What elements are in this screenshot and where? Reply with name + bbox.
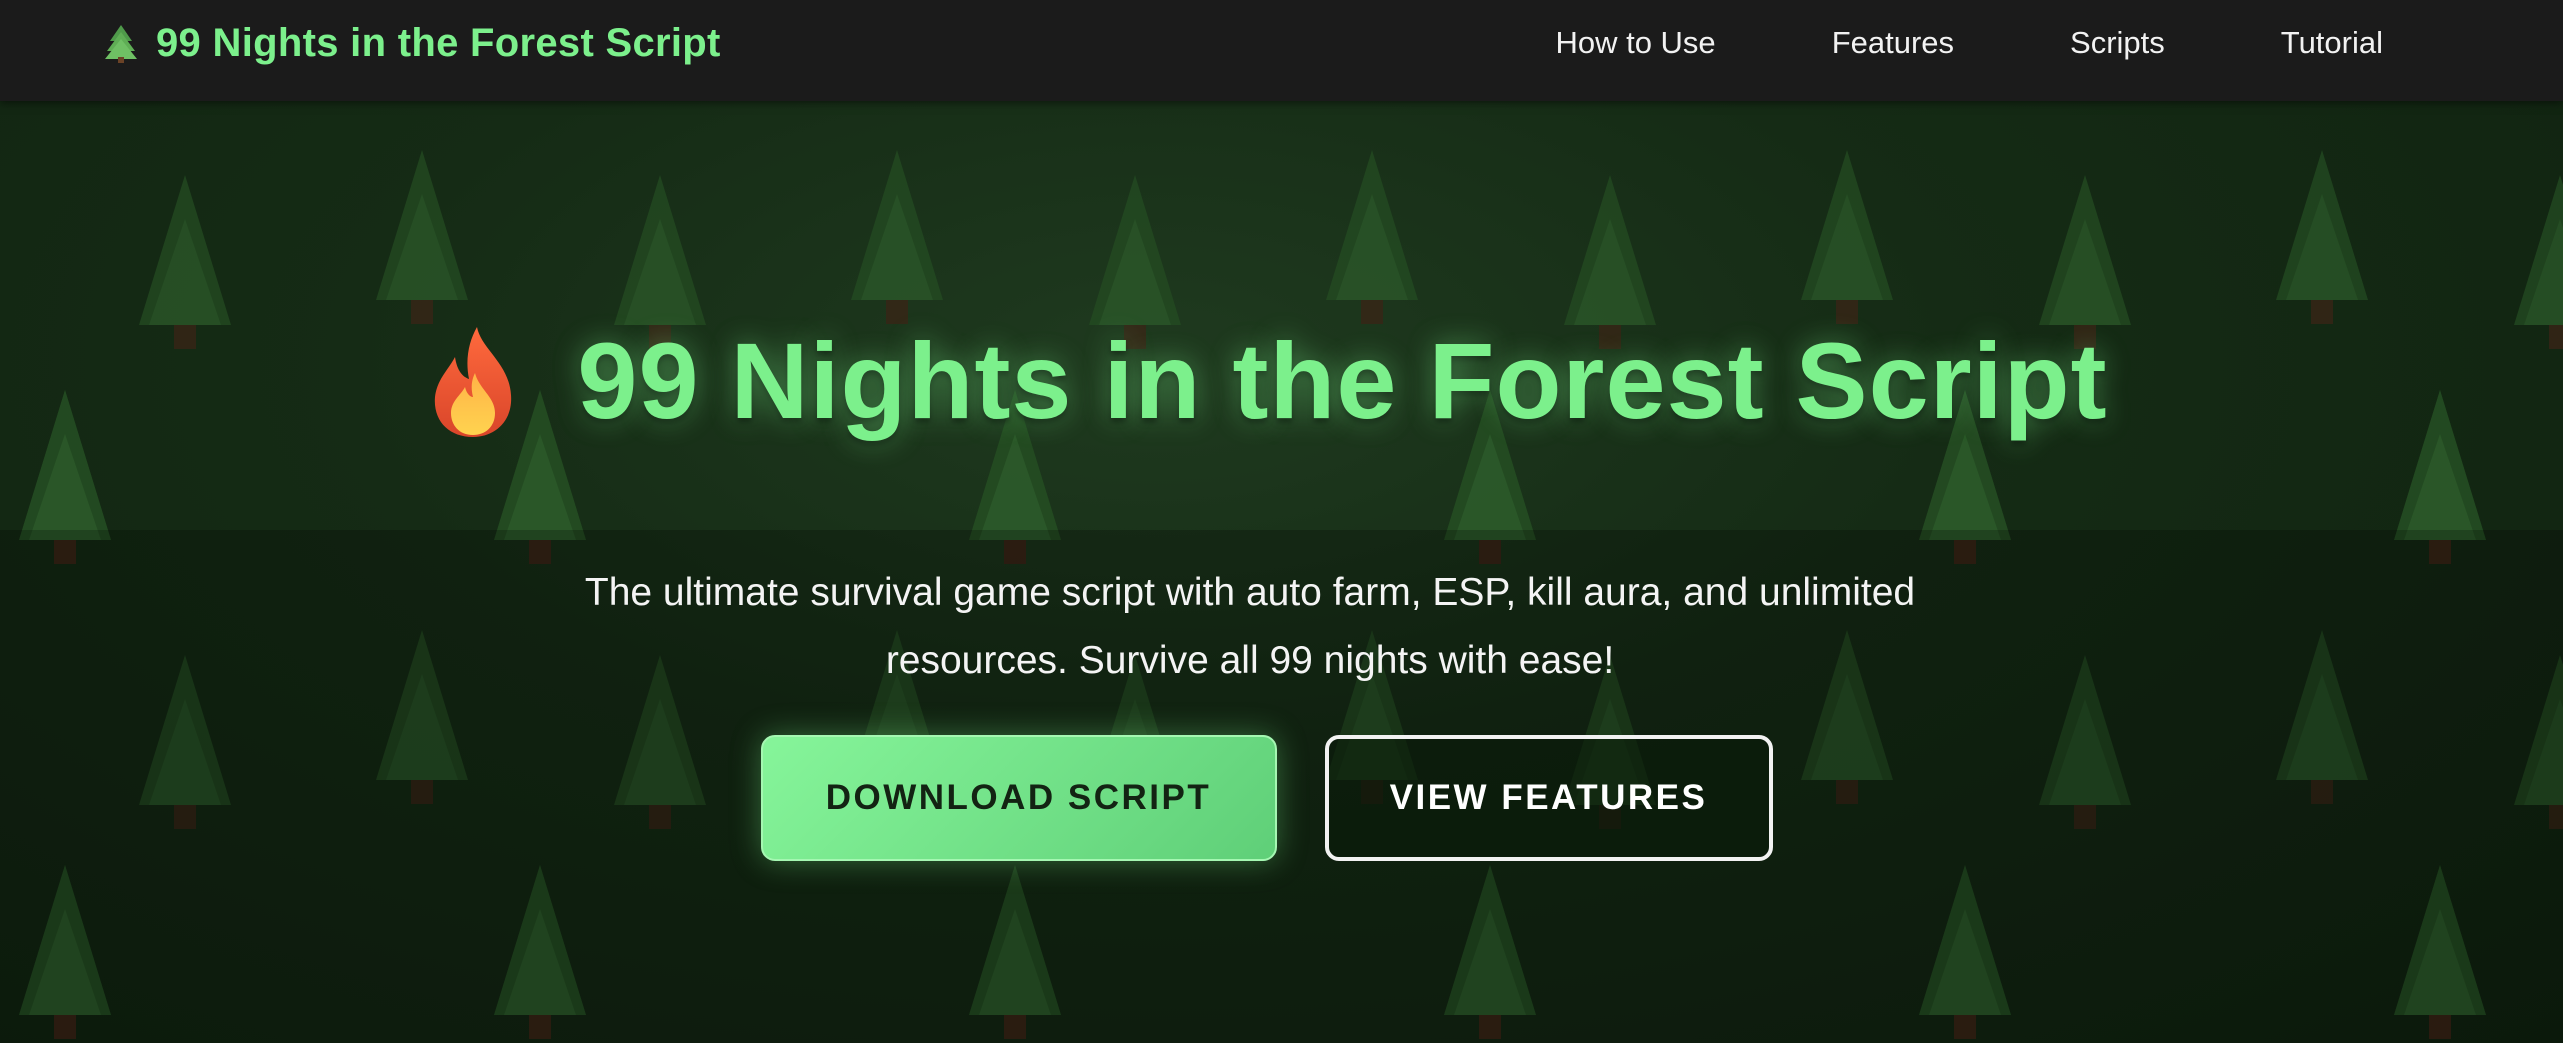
hero-heading: 99 Nights in the Forest Script <box>0 318 2563 443</box>
nav-link-tutorial[interactable]: Tutorial <box>2281 25 2383 61</box>
hero-buttons: DOWNLOAD SCRIPT VIEW FEATURES <box>0 735 2563 861</box>
tree-icon <box>105 25 137 63</box>
view-features-button[interactable]: VIEW FEATURES <box>1324 735 1773 861</box>
brand-name: 99 Nights in the Forest Script <box>156 20 721 65</box>
download-script-button[interactable]: DOWNLOAD SCRIPT <box>760 735 1277 861</box>
nav-link-features[interactable]: Features <box>1832 25 1954 61</box>
nav-link-scripts[interactable]: Scripts <box>2070 25 2165 61</box>
hero-subtitle: The ultimate survival game script with a… <box>584 571 1916 682</box>
brand-link[interactable]: 99 Nights in the Forest Script <box>104 0 721 86</box>
nav-link-how-to-use[interactable]: How to Use <box>1555 25 1715 61</box>
navbar: 99 Nights in the Forest Script How to Us… <box>0 0 2563 101</box>
background-tree <box>851 150 943 324</box>
background-tree <box>1326 150 1418 324</box>
fire-icon <box>435 326 512 437</box>
page-title: 99 Nights in the Forest Script <box>577 320 2108 441</box>
page: 99 Nights in the Forest Script How to Us… <box>0 0 2563 1043</box>
background-tree <box>376 150 468 324</box>
background-tree <box>2276 150 2368 324</box>
background-tree <box>1801 150 1893 324</box>
nav-links: How to Use Features Scripts Tutorial <box>1555 0 2383 86</box>
